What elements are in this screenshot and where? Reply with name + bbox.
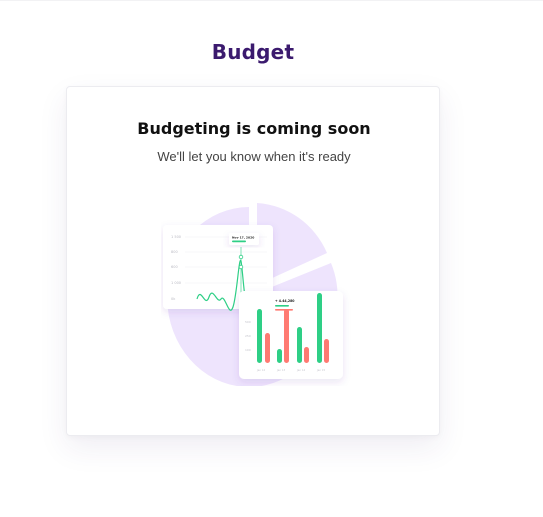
- svg-text:1 500: 1 500: [171, 235, 181, 239]
- svg-text:Jan 14: Jan 14: [296, 368, 305, 372]
- svg-text:600: 600: [171, 265, 178, 269]
- coming-soon-card: Budgeting is coming soon We'll let you k…: [66, 86, 440, 436]
- bar-green-3: [297, 327, 302, 363]
- svg-text:Jan 12: Jan 12: [256, 368, 265, 372]
- budget-illustration-svg: 1 500 800 600 1 000 0k Nov 17, 2020 + 4.…: [163, 203, 343, 386]
- svg-text:250: 250: [245, 334, 251, 338]
- coming-soon-subheading: We'll let you know when it's ready: [157, 149, 351, 164]
- page-title: Budget: [211, 40, 295, 64]
- bar-red-1: [265, 333, 270, 363]
- bar-red-3: [304, 347, 309, 363]
- bar-red-4: [324, 339, 329, 363]
- top-divider: [0, 0, 543, 1]
- budget-illustration: 1 500 800 600 1 000 0k Nov 17, 2020 + 4.…: [161, 201, 351, 386]
- line-chart-point: [238, 254, 244, 260]
- svg-text:1 000: 1 000: [171, 281, 181, 285]
- bar-chart-card: [239, 291, 343, 379]
- bar-chart-tooltip-value: + 4.44,280: [275, 299, 295, 303]
- svg-text:100: 100: [245, 348, 251, 352]
- bar-red-2: [284, 309, 289, 363]
- line-chart-point-2: [238, 264, 244, 270]
- coming-soon-heading: Budgeting is coming soon: [137, 119, 371, 138]
- bar-chart-tooltip-line-red: [275, 309, 293, 311]
- bar-green-4: [317, 293, 322, 363]
- line-chart-tooltip-value-bar: [232, 240, 246, 243]
- bar-green-2: [277, 349, 282, 363]
- line-chart-tooltip-date: Nov 17, 2020: [232, 236, 254, 240]
- budget-page: Budget Budgeting is coming soon We'll le…: [0, 0, 543, 517]
- svg-text:Jan 15: Jan 15: [316, 368, 325, 372]
- bar-chart-tooltip-line-green: [275, 305, 289, 307]
- svg-text:500: 500: [245, 320, 251, 324]
- bar-green-1: [257, 309, 262, 363]
- svg-text:Jan 13: Jan 13: [276, 368, 285, 372]
- svg-text:800: 800: [171, 250, 178, 254]
